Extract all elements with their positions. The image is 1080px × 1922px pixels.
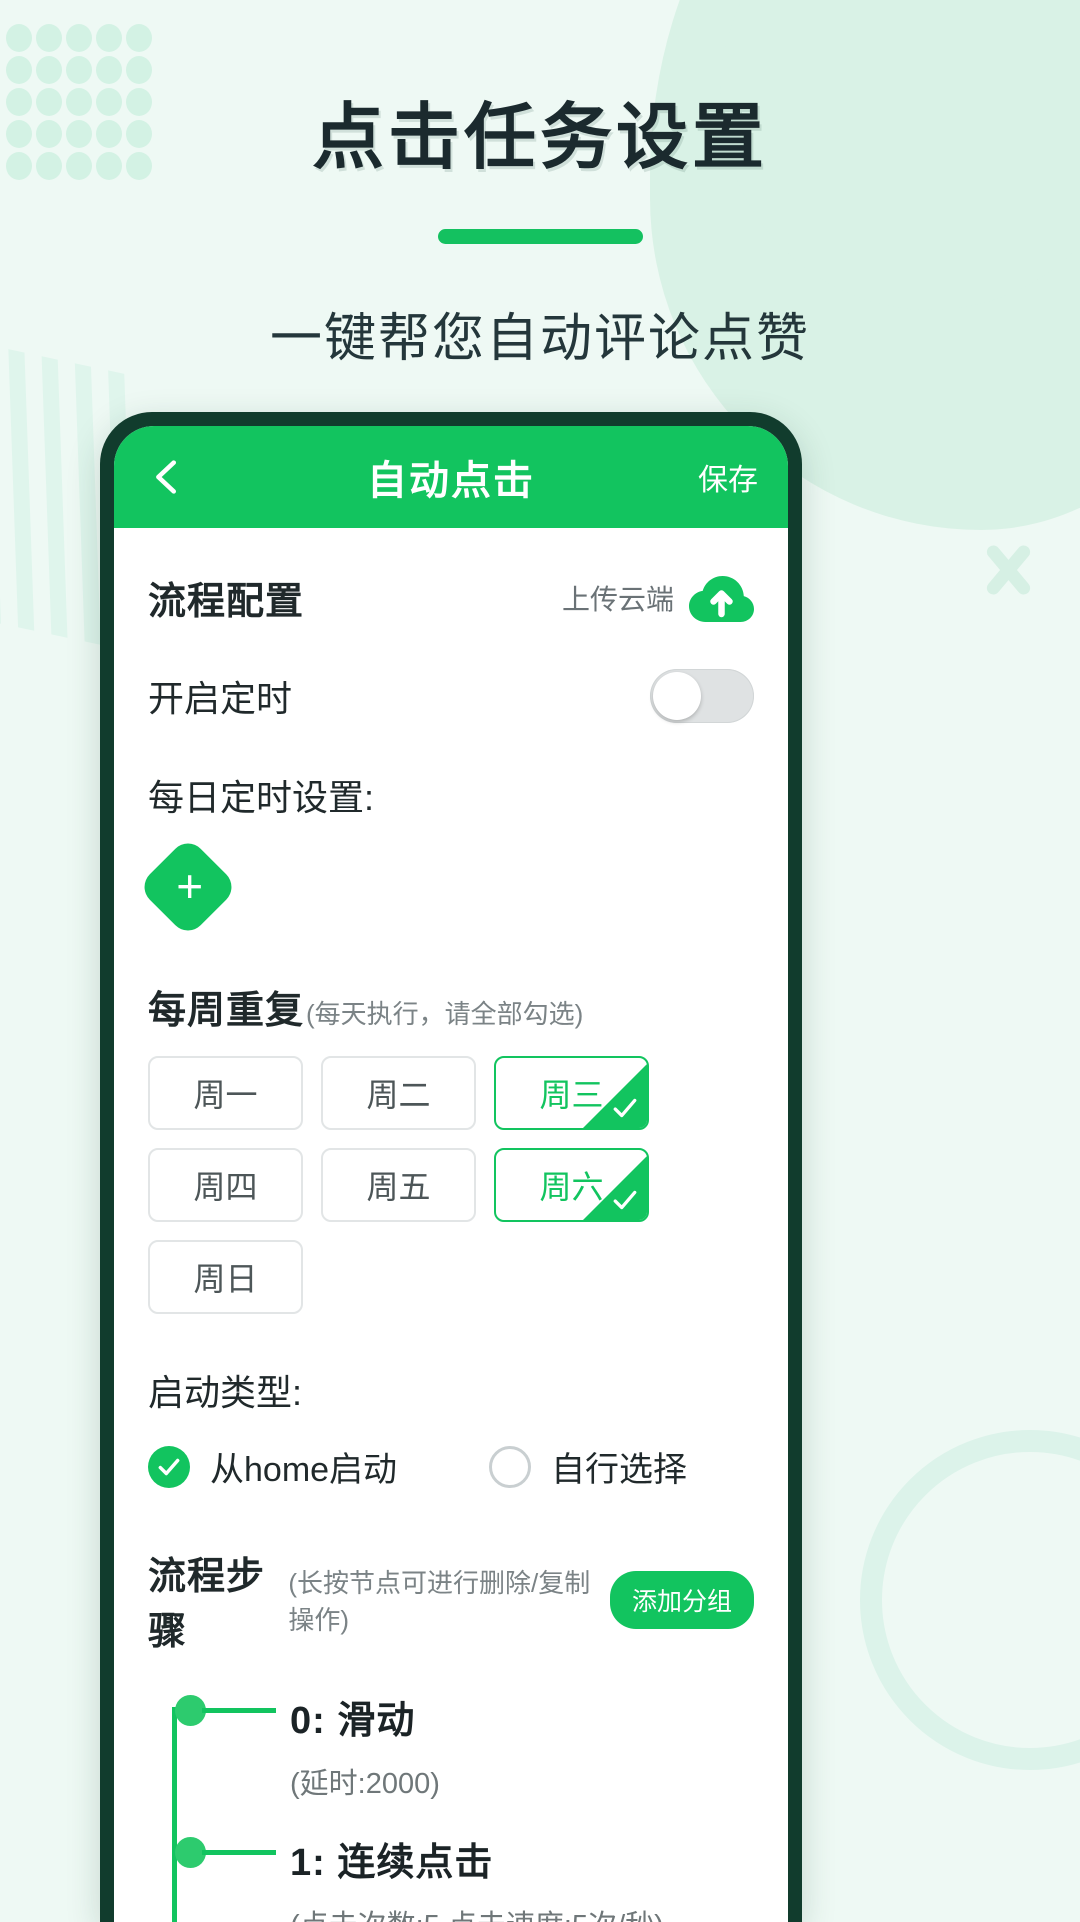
- launch-option-label: 从home启动: [210, 1451, 398, 1489]
- flow-steps-header: 流程步骤 (长按节点可进行删除/复制操作) 添加分组: [148, 1545, 754, 1655]
- weekday-chip-label: 周一: [193, 1077, 258, 1113]
- check-icon: [613, 1098, 637, 1118]
- flow-config-row: 流程配置 上传云端: [148, 570, 754, 625]
- weekly-repeat-title: 每周重复: [148, 990, 305, 1032]
- timeline-connector: [202, 1850, 276, 1855]
- chevron-left-icon: [156, 460, 177, 494]
- weekday-chip[interactable]: 周四: [148, 1148, 303, 1222]
- toggle-knob: [653, 672, 701, 720]
- launch-option-manual[interactable]: 自行选择: [489, 1442, 687, 1491]
- page-title: 点击任务设置: [311, 98, 768, 178]
- weekday-chip-group: 周一 周二 周三 周四 周五 周六 周日: [148, 1056, 754, 1314]
- flow-steps-timeline: 0: 滑动 (延时:2000) 1: 连续点击 (点击次数:5 点击速度:5次/…: [148, 1689, 754, 1922]
- timeline-connector: [202, 1708, 276, 1713]
- weekday-chip-label: 周二: [366, 1077, 431, 1113]
- enable-timer-toggle[interactable]: [650, 669, 754, 723]
- flow-step-title: 0: 滑动: [290, 1700, 416, 1742]
- launch-option-from-home[interactable]: 从home启动: [148, 1442, 397, 1491]
- upload-cloud-label: 上传云端: [561, 583, 674, 615]
- weekday-chip[interactable]: 周一: [148, 1056, 303, 1130]
- cross-sparkle-icon: [978, 540, 1038, 600]
- back-button[interactable]: [144, 454, 190, 500]
- page-subtitle: 一键帮您自动评论点赞: [269, 310, 810, 368]
- flow-step-title: 1: 连续点击: [290, 1842, 494, 1884]
- add-group-button[interactable]: 添加分组: [609, 1571, 754, 1629]
- check-icon: [158, 1458, 180, 1475]
- flow-step-detail: (延时:2000): [290, 1768, 440, 1800]
- radio-unselected-icon: [489, 1445, 532, 1488]
- radio-selected-icon: [148, 1445, 190, 1488]
- flow-steps-hint: (长按节点可进行删除/复制操作): [288, 1568, 591, 1635]
- weekday-chip[interactable]: 周五: [321, 1148, 476, 1222]
- launch-type-radio-group: 从home启动 自行选择: [148, 1442, 754, 1491]
- weekday-chip[interactable]: 周二: [321, 1056, 476, 1130]
- weekday-chip[interactable]: 周三: [494, 1056, 649, 1130]
- weekly-repeat-header: 每周重复 (每天执行，请全部勾选): [148, 979, 754, 1034]
- daily-schedule-label: 每日定时设置:: [148, 777, 375, 818]
- weekday-chip-label: 周四: [193, 1169, 258, 1205]
- flow-step-detail: (点击次数:5 点击速度:5次/秒): [290, 1902, 754, 1922]
- app-bar-title: 自动点击: [367, 459, 535, 503]
- phone-screen: 自动点击 保存 流程配置 上传云端 开启定时 每日定时设置: + 每周重复 (每…: [114, 426, 788, 1922]
- add-schedule-button[interactable]: +: [137, 836, 239, 938]
- flow-step-item[interactable]: 0: 滑动 (延时:2000): [164, 1689, 754, 1805]
- ring-shape: [860, 1430, 1080, 1770]
- flow-step-item[interactable]: 1: 连续点击 (点击次数:5 点击速度:5次/秒): [164, 1831, 754, 1922]
- phone-mockup-frame: 自动点击 保存 流程配置 上传云端 开启定时 每日定时设置: + 每周重复 (每…: [100, 412, 802, 1922]
- weekday-chip-label: 周日: [193, 1261, 258, 1297]
- weekday-chip-label: 周五: [366, 1169, 431, 1205]
- screen-content: 流程配置 上传云端 开启定时 每日定时设置: + 每周重复 (每天执行，请全部勾…: [114, 570, 788, 1922]
- flow-config-title: 流程配置: [148, 581, 305, 623]
- enable-timer-label: 开启定时: [148, 678, 293, 719]
- check-icon: [613, 1190, 637, 1210]
- weekday-chip[interactable]: 周日: [148, 1240, 303, 1314]
- launch-option-label: 自行选择: [551, 1451, 688, 1489]
- weekday-chip[interactable]: 周六: [494, 1148, 649, 1222]
- launch-type-label: 启动类型:: [148, 1372, 303, 1413]
- weekly-repeat-hint: (每天执行，请全部勾选): [306, 999, 584, 1029]
- plus-icon: +: [175, 859, 203, 912]
- flow-steps-title: 流程步骤: [148, 1556, 266, 1653]
- enable-timer-row: 开启定时: [148, 669, 754, 723]
- cloud-upload-icon[interactable]: [688, 572, 754, 624]
- title-underline-rule: [437, 229, 643, 244]
- app-bar: 自动点击 保存: [114, 426, 788, 528]
- promo-header: 点击任务设置 一键帮您自动评论点赞: [0, 0, 1080, 371]
- save-button[interactable]: 保存: [698, 455, 758, 499]
